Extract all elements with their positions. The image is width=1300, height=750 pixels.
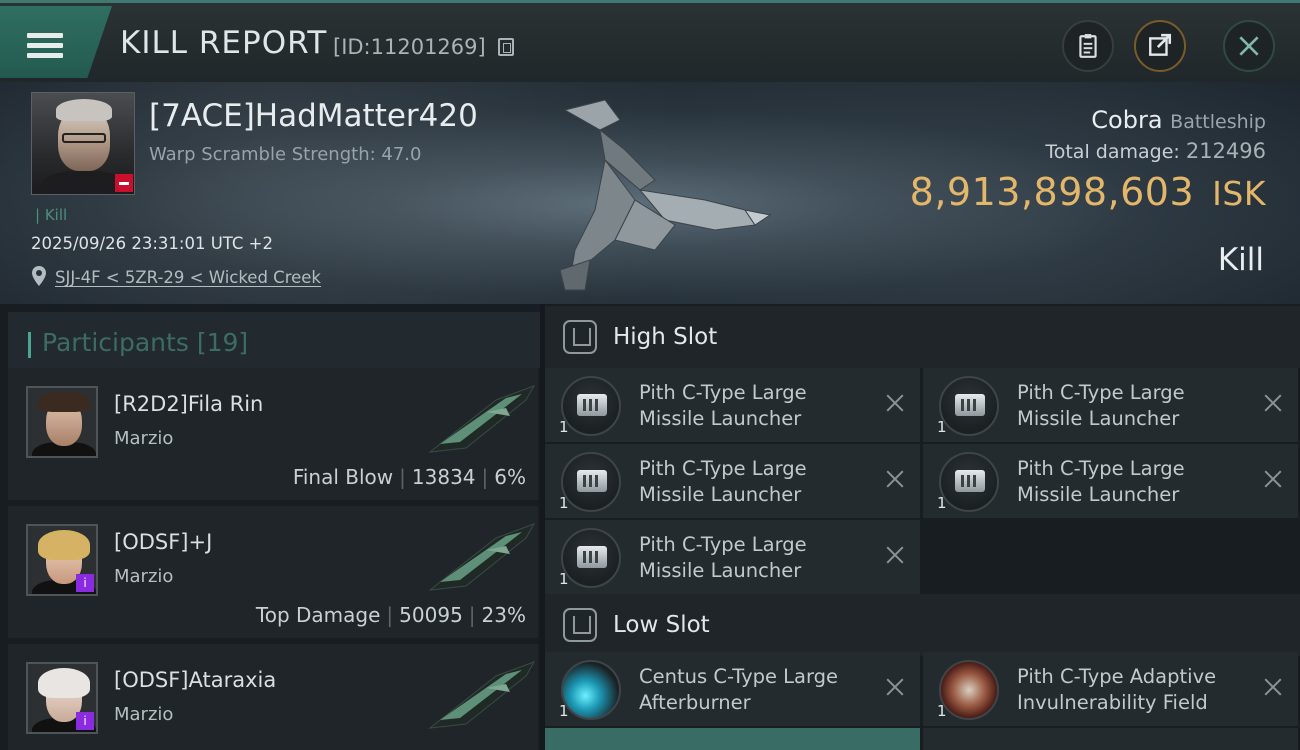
module-name: Pith C-Type Large Missile Launcher [639, 457, 807, 506]
participant-stats: Top Damage | 50095 | 23% [255, 603, 526, 627]
module-name: Pith C-Type Large Missile Launcher [1017, 457, 1185, 506]
module-item[interactable]: 1 Pith C-Type Large Missile Launcher [545, 444, 920, 518]
module-name: Pith C-Type Adaptive Invulnerability Fie… [1017, 665, 1217, 714]
participant-avatar[interactable] [26, 386, 98, 458]
close-icon [1239, 36, 1259, 56]
participant-name: [ODSF]+J [114, 530, 213, 554]
victim-banner: [7ACE]HadMatter420 Warp Scramble Strengt… [0, 82, 1300, 304]
close-x-icon[interactable] [884, 676, 906, 698]
module-item[interactable]: 1 Pith C-Type Large Missile Launcher [923, 368, 1298, 442]
participant-badge: i [76, 712, 94, 730]
module-qty: 1 [559, 494, 569, 512]
module-qty: 1 [937, 418, 947, 436]
page-title: KILL REPORT [120, 25, 328, 61]
module-item-partial[interactable] [545, 728, 920, 750]
header-bar: KILL REPORT [ID:11201269] [0, 0, 1300, 82]
warp-scramble-strength: Warp Scramble Strength: 47.0 [149, 144, 422, 165]
participant-ship-icon [428, 523, 536, 591]
afterburner-icon [561, 660, 621, 720]
kill-datetime: 2025/09/26 23:31:01 UTC +2 [31, 234, 273, 253]
menu-tab[interactable] [0, 6, 112, 78]
module-item[interactable]: 1 Centus C-Type Large Afterburner [545, 652, 920, 726]
hostile-status-badge [115, 174, 133, 192]
share-icon [1149, 33, 1172, 56]
missile-launcher-icon [939, 452, 999, 512]
participant-badge: i [76, 574, 94, 592]
participant-ship-icon [428, 385, 536, 453]
participant-name: [R2D2]Fila Rin [114, 392, 264, 416]
module-item[interactable]: 1 Pith C-Type Large Missile Launcher [545, 368, 920, 442]
clipboard-icon [1079, 34, 1097, 58]
victim-name[interactable]: [7ACE]HadMatter420 [149, 98, 478, 134]
module-qty: 1 [937, 494, 947, 512]
missile-launcher-icon [561, 452, 621, 512]
ship-type: Cobra Battleship [1091, 106, 1266, 134]
close-x-icon[interactable] [1262, 676, 1284, 698]
low-slot-header: Low Slot [545, 594, 1300, 656]
clipboard-button[interactable] [1062, 20, 1114, 72]
missile-launcher-icon [561, 376, 621, 436]
invulnerability-field-icon [939, 660, 999, 720]
participant-row[interactable]: i [ODSF]Ataraxia Marzio [8, 644, 538, 750]
ship-render [559, 99, 772, 291]
close-x-icon[interactable] [884, 544, 906, 566]
location-link[interactable]: SJJ-4F < 5ZR-29 < Wicked Creek [55, 268, 321, 287]
isk-value: 8,913,898,603 ISK [909, 170, 1266, 214]
module-item[interactable]: 1 Pith C-Type Adaptive Invulnerability F… [923, 652, 1298, 726]
module-name: Pith C-Type Large Missile Launcher [639, 381, 807, 430]
hamburger-icon[interactable] [27, 33, 63, 59]
module-qty: 1 [937, 702, 947, 720]
module-item[interactable]: 1 Pith C-Type Large Missile Launcher [545, 520, 920, 594]
module-name: Pith C-Type Large Missile Launcher [639, 533, 807, 582]
module-qty: 1 [559, 570, 569, 588]
result-label: Kill [1217, 242, 1264, 278]
participant-name: [ODSF]Ataraxia [114, 668, 277, 692]
report-id: [ID:11201269] [333, 35, 486, 59]
close-x-icon[interactable] [1262, 392, 1284, 414]
close-x-icon[interactable] [884, 468, 906, 490]
participant-row[interactable]: i [ODSF]+J Marzio Top Damage | 50095 | 23% [8, 506, 538, 638]
module-name: Pith C-Type Large Missile Launcher [1017, 381, 1185, 430]
module-qty: 1 [559, 418, 569, 436]
kill-tag: | Kill [35, 206, 68, 224]
close-x-icon[interactable] [884, 392, 906, 414]
module-item[interactable]: 1 Pith C-Type Large Missile Launcher [923, 444, 1298, 518]
total-damage: Total damage: 212496 [1045, 139, 1266, 163]
module-name: Centus C-Type Large Afterburner [639, 665, 839, 714]
module-item-partial[interactable] [923, 728, 1298, 750]
share-button[interactable] [1134, 20, 1186, 72]
participant-ship-icon [428, 661, 536, 729]
slot-icon [563, 608, 597, 642]
participant-corp: Marzio [114, 566, 174, 587]
fitting-panel[interactable]: High Slot 1 Pith C-Type Large Missile La… [545, 304, 1300, 750]
participant-row[interactable]: [R2D2]Fila Rin Marzio Final Blow | 13834 | 6… [8, 368, 538, 500]
participant-corp: Marzio [114, 428, 174, 449]
copy-icon[interactable] [498, 38, 514, 56]
slot-icon [563, 320, 597, 354]
participant-corp: Marzio [114, 704, 174, 725]
high-slot-header: High Slot [545, 306, 1300, 368]
participants-panel[interactable]: Participants [19] [R2D2]Fila Rin Marzio … [0, 304, 540, 750]
module-qty: 1 [559, 702, 569, 720]
participant-stats: Final Blow | 13834 | 6% [292, 465, 526, 489]
close-button[interactable] [1223, 20, 1275, 72]
missile-launcher-icon [561, 528, 621, 588]
location-pin-icon [32, 266, 46, 286]
participants-header: Participants [19] [8, 312, 540, 368]
close-x-icon[interactable] [1262, 468, 1284, 490]
missile-launcher-icon [939, 376, 999, 436]
